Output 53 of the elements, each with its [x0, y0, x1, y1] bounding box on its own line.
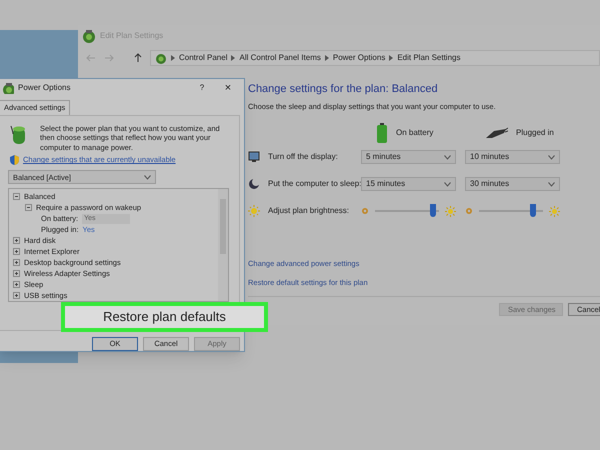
- expand-icon[interactable]: [13, 237, 20, 244]
- chevron-down-icon: [548, 154, 555, 160]
- collapse-icon[interactable]: [13, 193, 20, 200]
- breadcrumb-item[interactable]: Power Options: [332, 52, 386, 64]
- chevron-right-icon: [231, 55, 236, 61]
- chevron-right-icon: [324, 55, 329, 61]
- breadcrumb-item[interactable]: All Control Panel Items: [239, 52, 321, 64]
- setting-label: Adjust plan brightness:: [268, 205, 349, 218]
- restore-plan-defaults-button[interactable]: Restore plan defaults: [61, 302, 268, 332]
- dropdown[interactable]: 10 minutes: [465, 150, 560, 164]
- power-plan-icon: [10, 124, 28, 146]
- dropdown[interactable]: 30 minutes: [465, 177, 560, 192]
- bright-sun-icon: [445, 206, 456, 217]
- bright-sun-icon: [549, 206, 560, 217]
- power-options-icon: [155, 52, 167, 64]
- column-label: Plugged in: [516, 126, 554, 139]
- address-bar[interactable]: Control Panel All Control Panel Items Power Options Edit Plan Settings: [150, 50, 600, 66]
- expand-icon[interactable]: [13, 292, 20, 300]
- breadcrumb-item[interactable]: Edit Plan Settings: [397, 52, 460, 64]
- slider-thumb[interactable]: [530, 204, 536, 218]
- moon-icon: [248, 178, 260, 190]
- chevron-down-icon: [444, 154, 451, 160]
- power-options-icon: [82, 29, 96, 43]
- column-label: On battery: [396, 126, 434, 139]
- monitor-icon: [248, 151, 260, 164]
- chevron-down-icon: [548, 182, 555, 187]
- dim-sun-icon: [465, 207, 473, 216]
- chevron-down-icon: [144, 174, 151, 180]
- sun-icon: [248, 205, 260, 218]
- dialog-title: Power Options: [18, 82, 72, 94]
- power-options-icon: [2, 82, 14, 94]
- expand-icon[interactable]: [13, 281, 20, 288]
- expand-icon[interactable]: [13, 270, 20, 278]
- help-button[interactable]: ?: [192, 82, 212, 94]
- dim-sun-icon: [361, 207, 369, 216]
- shield-icon: [10, 154, 19, 165]
- chevron-right-icon: [171, 55, 175, 61]
- dropdown[interactable]: 15 minutes: [361, 177, 456, 192]
- setting-label: Put the computer to sleep:: [268, 178, 362, 190]
- expand-icon[interactable]: [13, 248, 20, 256]
- expand-icon[interactable]: [13, 259, 20, 266]
- collapse-icon[interactable]: [25, 204, 32, 212]
- chevron-right-icon: [389, 55, 394, 61]
- battery-icon: [376, 122, 388, 143]
- power-plug-icon: [486, 126, 508, 139]
- close-button[interactable]: ×: [216, 80, 240, 96]
- chevron-down-icon: [444, 182, 451, 187]
- slider-thumb[interactable]: [430, 204, 436, 218]
- up-arrow-icon[interactable]: [134, 53, 142, 63]
- dropdown[interactable]: 5 minutes: [361, 150, 456, 164]
- page-heading: Change settings for the plan: Balanced: [248, 82, 439, 97]
- setting-label: Turn off the display:: [268, 151, 338, 164]
- breadcrumb-item[interactable]: Control Panel: [179, 52, 228, 64]
